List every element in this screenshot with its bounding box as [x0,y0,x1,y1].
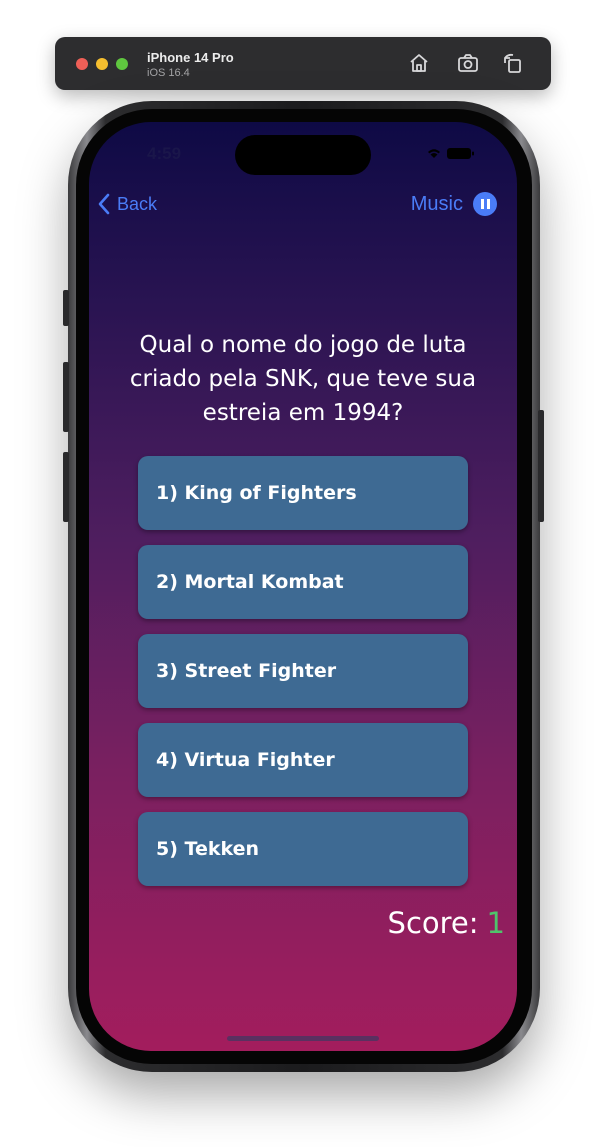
simulator-title-bar: iPhone 14 Pro iOS 16.4 [55,37,551,90]
app-screen: 4:59 Back Music Qual o nome do jogo de l… [89,122,517,1051]
volume-down-button [63,452,69,522]
pause-icon[interactable] [473,192,497,216]
close-window-button[interactable] [76,58,88,70]
wifi-icon [428,149,440,158]
answer-option-4[interactable]: 4) Virtua Fighter [138,723,468,797]
chevron-left-icon [98,193,110,215]
question-text: Qual o nome do jogo de luta criado pela … [129,332,477,426]
volume-up-button [63,362,69,432]
answer-option-1[interactable]: 1) King of Fighters [138,456,468,530]
rotate-icon[interactable] [501,51,525,75]
music-label: Music [410,192,463,215]
answer-option-2[interactable]: 2) Mortal Kombat [138,545,468,619]
device-name: iPhone 14 Pro [147,50,234,65]
zoom-window-button[interactable] [116,58,128,70]
home-icon[interactable] [407,51,431,75]
minimize-window-button[interactable] [96,58,108,70]
back-button[interactable]: Back [97,193,157,215]
device-os-version: iOS 16.4 [147,67,190,79]
status-icons [419,146,479,160]
back-label: Back [117,193,158,214]
score-value: 1 [486,906,505,940]
dynamic-island [235,135,371,175]
power-button [538,410,544,522]
answer-option-3[interactable]: 3) Street Fighter [138,634,468,708]
screenshot-icon[interactable] [456,51,480,75]
answer-option-5[interactable]: 5) Tekken [138,812,468,886]
music-toggle[interactable]: Music [411,192,497,216]
silent-switch [63,290,69,326]
home-indicator[interactable] [227,1036,379,1041]
battery-icon [447,148,471,159]
status-time: 4:59 [147,144,182,163]
answer-list: 1) King of Fighters 2) Mortal Kombat 3) … [138,456,468,901]
score-label: Score: [387,906,479,940]
score-display: Score: 1 [388,906,505,940]
